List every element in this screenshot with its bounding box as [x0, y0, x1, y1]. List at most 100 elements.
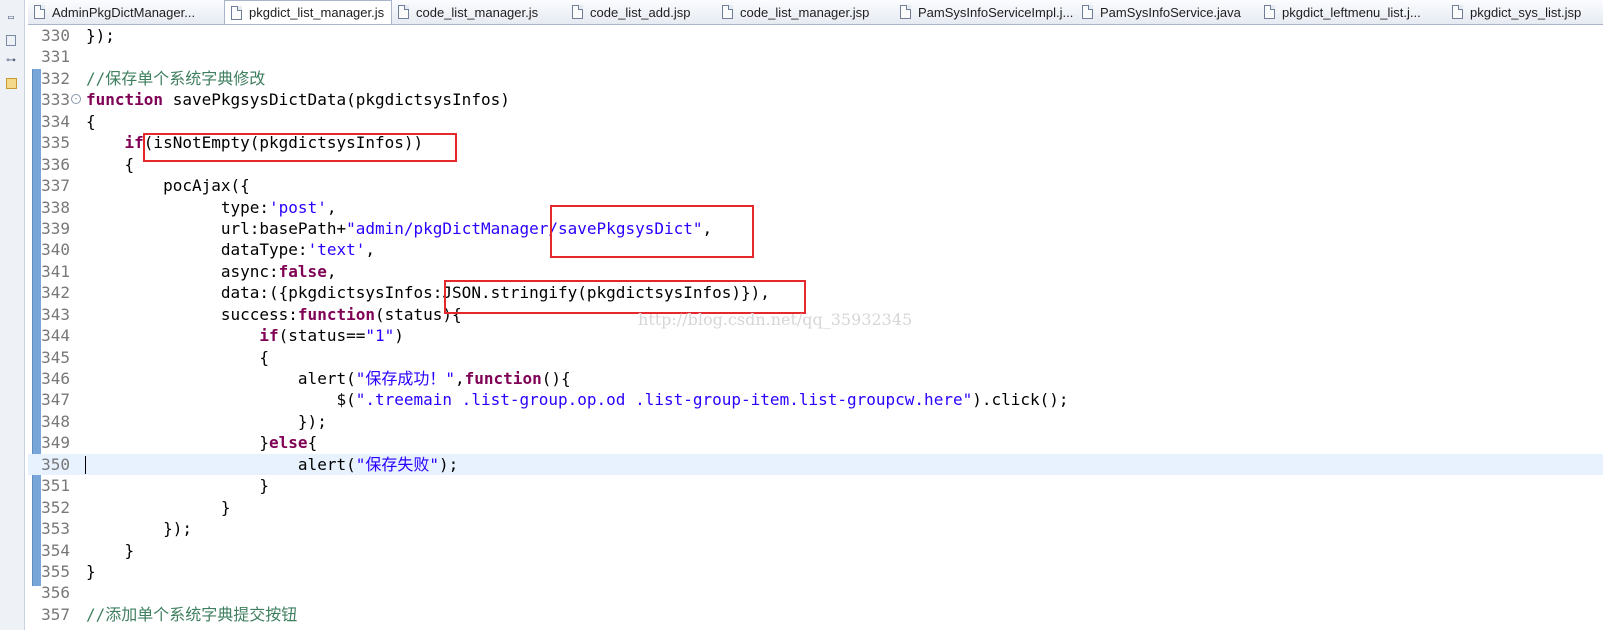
code-token: async:	[86, 261, 279, 281]
code-line[interactable]: 347 $(".treemain .list-group.op.od .list…	[28, 389, 1603, 410]
code-token: ).click();	[972, 390, 1069, 410]
string-token: "保存失败"	[355, 454, 439, 474]
annotation-box-url	[550, 205, 754, 258]
tab-adminpkgdictmanager[interactable]: AdminPkgDictManager...	[28, 0, 224, 24]
line-number: 335	[41, 133, 70, 153]
tab-code-list-add-jsp[interactable]: code_list_add.jsp	[566, 0, 716, 24]
code-token: }	[86, 497, 231, 517]
code-line[interactable]: 349 }else{	[28, 432, 1603, 453]
keyword-token: else	[269, 433, 308, 453]
code-token: });	[86, 411, 327, 431]
string-token: "1"	[365, 326, 395, 346]
hierarchy-icon[interactable]: ⊶	[5, 56, 17, 66]
keyword-token: if	[259, 326, 279, 346]
code-line[interactable]: 338 type:'post',	[28, 197, 1603, 218]
code-token: }	[86, 476, 270, 496]
line-number: 344	[41, 326, 70, 346]
code-line[interactable]: 346 alert("保存成功！",function(){	[28, 368, 1603, 389]
code-line[interactable]: 357 //添加单个系统字典提交按钮	[28, 604, 1603, 625]
code-token: {	[86, 154, 135, 174]
tab-label: pkgdict_leftmenu_list.j...	[1282, 4, 1421, 20]
editor-tab-bar: AdminPkgDictManager... pkgdict_list_manag…	[28, 0, 1603, 25]
line-number: 345	[41, 347, 70, 367]
code-line[interactable]: 334 {	[28, 111, 1603, 132]
tab-code-list-manager-jsp[interactable]: code_list_manager.jsp	[716, 0, 894, 24]
line-number: 341	[41, 261, 70, 281]
code-token: {	[86, 111, 96, 131]
file-icon	[900, 5, 911, 19]
code-line[interactable]: 354 }	[28, 540, 1603, 561]
line-number: 330	[41, 26, 70, 45]
line-number: 346	[41, 369, 70, 388]
code-line[interactable]: 350 alert("保存失败");	[28, 453, 1603, 476]
file-icon	[1082, 5, 1093, 19]
tab-label: PamSysInfoService.java	[1100, 4, 1241, 20]
tab-pamsysinfoserviceimpl-j[interactable]: PamSysInfoServiceImpl.j...	[894, 0, 1076, 24]
line-number: 356	[41, 583, 70, 603]
file-icon	[1264, 5, 1275, 19]
code-line[interactable]: 353 });	[28, 518, 1603, 539]
comment-token: //添加单个系统字典提交按钮	[86, 604, 298, 624]
tab-code-list-manager-js[interactable]: code_list_manager.js	[392, 0, 566, 24]
code-token: $(	[86, 390, 356, 410]
line-number: 342	[41, 283, 70, 303]
code-line[interactable]: 332 //保存单个系统字典修改	[28, 68, 1603, 89]
file-icon	[231, 5, 242, 20]
line-number: 338	[41, 197, 70, 217]
code-token: {	[86, 347, 270, 367]
code-token: {	[307, 433, 318, 453]
line-number: 352	[41, 497, 70, 517]
code-line[interactable]: 331	[28, 46, 1603, 67]
string-token: ".treemain .list-group.op.od .list-group…	[355, 390, 973, 410]
keyword-token: function	[464, 369, 542, 388]
line-number: 350	[41, 454, 70, 474]
code-line[interactable]: 352 }	[28, 497, 1603, 518]
tab-pkgdict-sys-list-jsp[interactable]: pkgdict_sys_list.jsp	[1446, 0, 1603, 24]
code-token: ,	[326, 197, 337, 217]
tab-label: pkgdict_sys_list.jsp	[1470, 4, 1582, 20]
file-icon	[1452, 5, 1463, 19]
tab-label: AdminPkgDictManager...	[52, 4, 196, 20]
code-token: ,	[365, 240, 375, 260]
line-number: 354	[41, 540, 70, 560]
code-line[interactable]: 339 url:basePath+"admin/pkgDictManager/s…	[28, 218, 1603, 239]
code-line[interactable]: 340 dataType:'text',	[28, 239, 1603, 260]
line-number: 332	[41, 68, 70, 88]
file-icon	[398, 5, 409, 19]
file-icon	[572, 5, 583, 19]
outline-icon[interactable]	[6, 35, 16, 46]
code-line[interactable]: 355}	[28, 561, 1603, 582]
code-line[interactable]: 351 }	[28, 475, 1603, 496]
code-line[interactable]: 333- function savePkgsysDictData(pkgdicts…	[28, 89, 1603, 110]
tab-pamsysinfoservice-java[interactable]: PamSysInfoService.java	[1076, 0, 1258, 24]
code-token: success:	[86, 304, 298, 324]
code-token: alert(	[86, 369, 356, 388]
string-token: 'post'	[269, 197, 327, 217]
restore-icon[interactable]: ▭	[5, 13, 17, 23]
tab-label: code_list_add.jsp	[590, 4, 691, 20]
line-number: 340	[41, 240, 70, 260]
code-line[interactable]: 348 });	[28, 411, 1603, 432]
annotation-box-condition	[143, 133, 457, 162]
annotation-box-json	[444, 280, 806, 314]
file-icon	[34, 5, 45, 19]
code-line[interactable]: 342 data:({pkgdictsysInfos:JSON.stringif…	[28, 282, 1603, 303]
code-line[interactable]: 330});	[28, 25, 1603, 46]
code-line[interactable]: 345 {	[28, 347, 1603, 368]
tab-pkgdict-list-manager-js[interactable]: pkgdict_list_manager.js✕	[224, 0, 392, 24]
package-icon[interactable]	[6, 78, 17, 89]
code-line[interactable]: 341 async:false,	[28, 261, 1603, 282]
tab-pkgdict-leftmenu-list-j[interactable]: pkgdict_leftmenu_list.j...	[1258, 0, 1446, 24]
line-number: 339	[41, 218, 70, 238]
code-line[interactable]: 356	[28, 582, 1603, 603]
tab-label: code_list_manager.js	[416, 4, 539, 20]
code-line[interactable]: 337 pocAjax({	[28, 175, 1603, 196]
code-token: ,	[326, 261, 337, 281]
line-number: 353	[41, 519, 70, 539]
line-number: 343	[41, 304, 70, 324]
code-token: });	[86, 519, 192, 539]
string-token: "保存成功！"	[355, 369, 455, 388]
code-token: ,	[455, 369, 465, 388]
